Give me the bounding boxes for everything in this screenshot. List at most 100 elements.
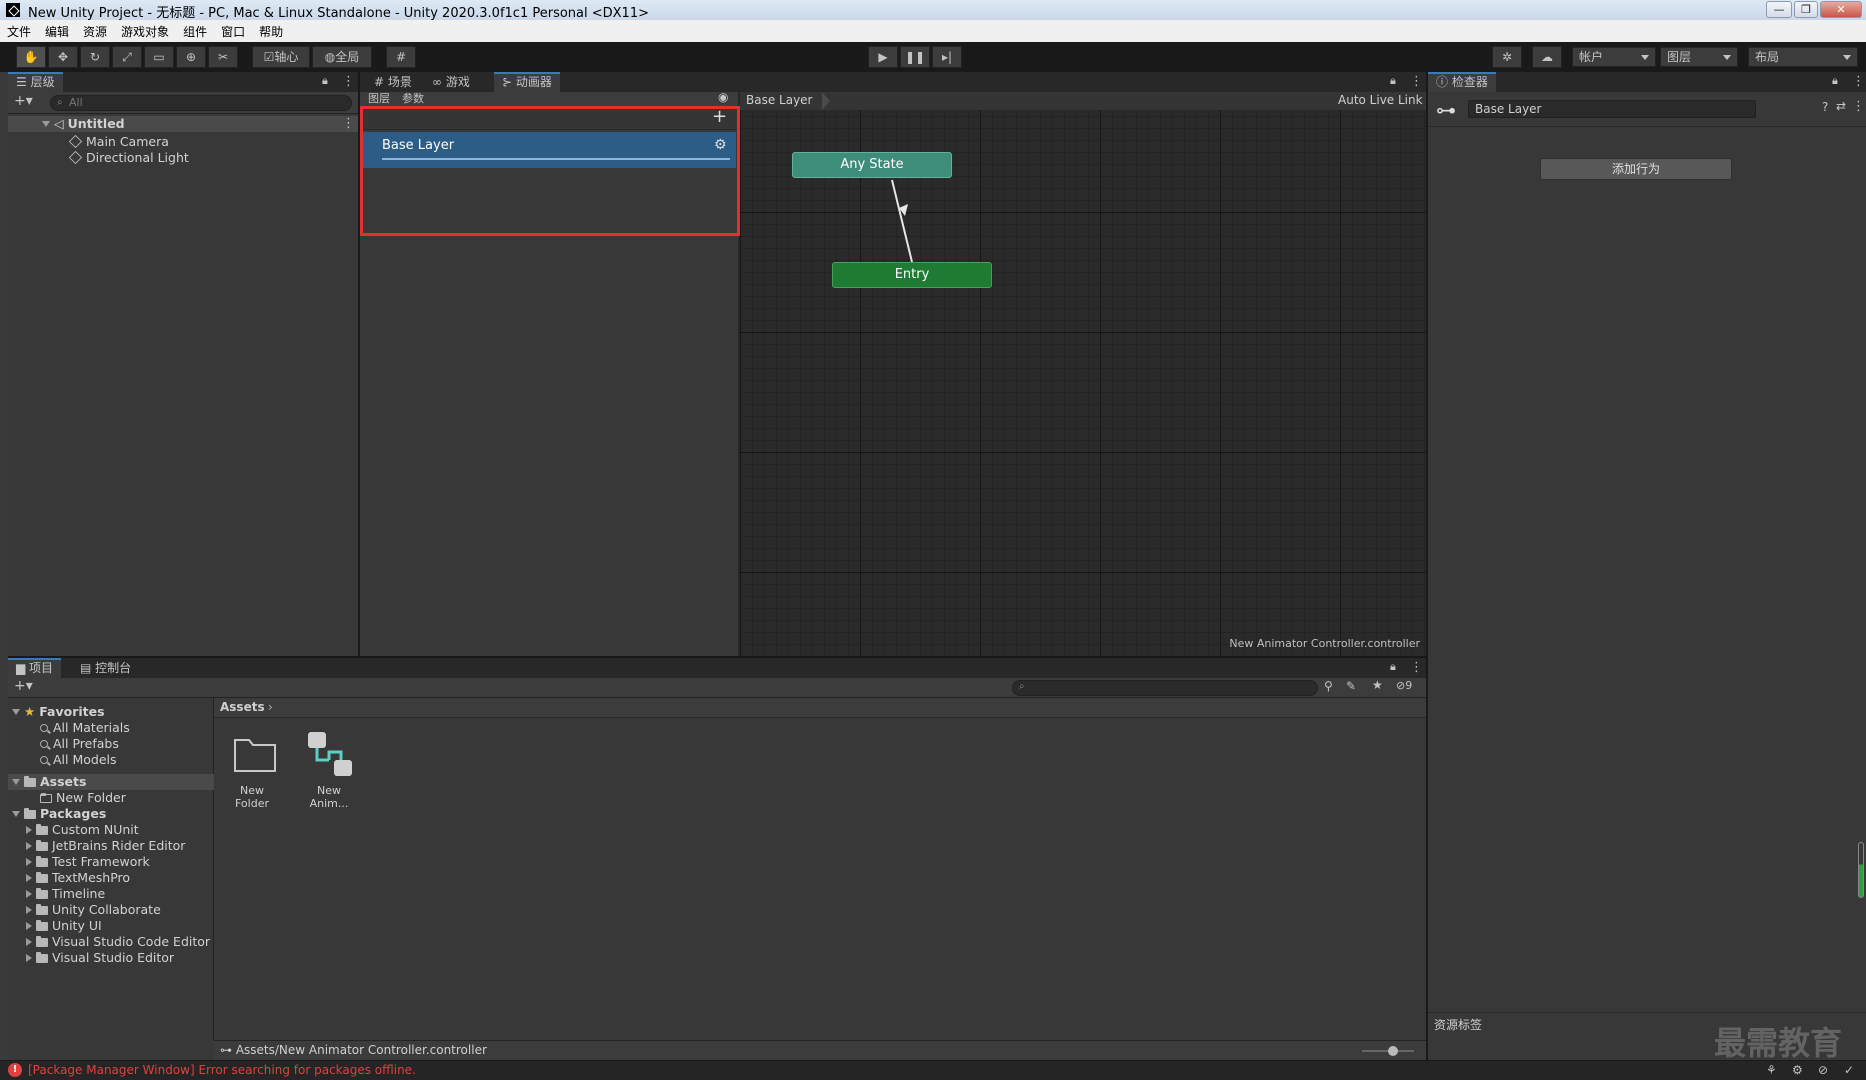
tree-package-item[interactable]: Unity UI [26,918,102,934]
grid-item-new-folder[interactable]: New Folder [222,728,282,810]
preset-icon[interactable]: ⇄ [1836,99,1846,113]
transform-tool-icon[interactable]: ⊕ [176,46,206,68]
play-button[interactable]: ▶ [868,46,898,68]
tree-package-item[interactable]: Timeline [26,886,105,902]
rect-tool-icon[interactable]: ▭ [144,46,174,68]
kebab-menu-icon[interactable]: ⋮ [1852,74,1865,89]
tab-game[interactable]: ∞ 游戏 [424,72,478,92]
progress-icon[interactable]: ⚙ [1792,1063,1803,1077]
layers-dropdown[interactable]: 图层 [1660,47,1738,67]
pause-button[interactable]: ❚❚ [900,46,930,68]
tab-hierarchy[interactable]: ☰ 层级 [8,72,63,92]
tree-package-item[interactable]: Unity Collaborate [26,902,161,918]
menu-gameobject[interactable]: 游戏对象 [114,20,176,43]
tab-console[interactable]: ▤ 控制台 [72,658,139,678]
animator-controller-icon [308,732,352,776]
tree-item-all-prefabs[interactable]: All Prefabs [40,736,119,752]
move-tool-icon[interactable]: ✥ [48,46,78,68]
tree-package-item[interactable]: TextMeshPro [26,870,130,886]
icon-size-slider-handle[interactable] [1388,1046,1398,1056]
minimize-icon[interactable]: — [1766,1,1792,18]
favorite-star-icon[interactable]: ★ [1372,678,1383,692]
asset-labels-header[interactable]: 资源标签 [1434,1016,1482,1033]
add-behaviour-button[interactable]: 添加行为 [1540,158,1732,180]
tree-assets[interactable]: Assets [12,774,86,790]
maximize-icon[interactable]: ❐ [1794,1,1818,18]
state-node-entry[interactable]: Entry [832,262,992,288]
subtab-parameters[interactable]: 参数 [402,92,424,106]
hierarchy-search-input[interactable]: ⌕ All [50,95,352,111]
tree-item-new-folder[interactable]: New Folder [40,790,126,806]
hand-tool-icon[interactable]: ✋ [16,46,46,68]
cloud-icon[interactable]: ☁ [1532,46,1562,68]
tree-item-all-models[interactable]: All Models [40,752,117,768]
tree-package-item[interactable]: Custom NUnit [26,822,139,838]
scene-row[interactable]: ◁ Untitled ⋮ [8,116,358,132]
layout-dropdown[interactable]: 布局 [1748,47,1858,67]
tab-scene[interactable]: # 场景 [366,72,420,92]
collab-icon[interactable]: ✲ [1492,46,1522,68]
object-name-field[interactable]: Base Layer [1468,100,1756,118]
lock-icon[interactable]: 🔒︎ [1832,74,1838,88]
folder-icon [36,920,48,931]
tree-package-item[interactable]: Test Framework [26,854,150,870]
project-search-input[interactable]: ⌕ [1012,680,1318,696]
create-asset-button[interactable]: +▾ [14,678,33,694]
tree-item-all-materials[interactable]: All Materials [40,720,130,736]
check-icon[interactable]: ✓ [1844,1063,1854,1077]
lock-icon[interactable]: 🔒︎ [1390,660,1396,674]
kebab-menu-icon[interactable]: ⋮ [1410,660,1423,675]
menu-file[interactable]: 文件 [0,20,38,43]
filter-by-type-icon[interactable]: ⚲ [1324,679,1333,693]
scene-menu-icon[interactable]: ⋮ [342,116,355,131]
custom-tool-icon[interactable]: ✂ [208,46,238,68]
cache-icon[interactable]: ⊘ [1818,1063,1828,1077]
tab-project[interactable]: ▆ 项目 [8,658,62,678]
menu-edit[interactable]: 编辑 [38,20,76,43]
close-icon[interactable]: ✕ [1820,1,1862,18]
step-button[interactable]: ▸| [932,46,962,68]
tree-package-item[interactable]: JetBrains Rider Editor [26,838,185,854]
lock-icon[interactable]: 🔒︎ [322,74,328,88]
status-bar[interactable]: ! [Package Manager Window] Error searchi… [0,1060,1866,1080]
scale-tool-icon[interactable]: ⤢ [112,46,142,68]
state-machine-icon: ⊶ [1436,98,1456,122]
hierarchy-item-main-camera[interactable]: Main Camera [70,134,169,150]
kebab-menu-icon[interactable]: ⋮ [342,74,355,89]
bug-icon[interactable]: ⚘ [1766,1063,1777,1077]
hierarchy-item-directional-light[interactable]: Directional Light [70,150,189,166]
asset-breadcrumb[interactable]: Assets [220,700,265,714]
eye-icon[interactable]: ◉ [718,90,728,104]
hidden-packages-toggle[interactable]: ⊘9 [1396,679,1412,692]
pivot-toggle[interactable]: ☑轴心 [252,46,310,68]
grid-item-animator-controller[interactable]: New Anim... [296,728,362,810]
menu-help[interactable]: 帮助 [252,20,290,43]
watermark-text: 最需教育 [1714,1024,1843,1062]
tree-package-item[interactable]: Visual Studio Code Editor [26,934,210,950]
filter-by-label-icon[interactable]: ✎ [1346,679,1356,693]
object-name-value: Base Layer [1475,102,1542,116]
hierarchy-tab-label: 层级 [30,75,55,89]
add-object-button[interactable]: +▾ [14,93,33,109]
grid-snap-icon[interactable]: # [386,46,416,68]
rotate-tool-icon[interactable]: ↻ [80,46,110,68]
menu-component[interactable]: 组件 [176,20,214,43]
search-placeholder: All [69,96,83,109]
kebab-menu-icon[interactable]: ⋮ [1852,99,1865,114]
search-icon: ⌕ [57,97,63,108]
animator-graph[interactable]: Base Layer Auto Live Link Any State Entr… [740,92,1426,656]
menu-assets[interactable]: 资源 [76,20,114,43]
global-toggle[interactable]: ◍全局 [312,46,372,68]
menu-window[interactable]: 窗口 [214,20,252,43]
account-dropdown[interactable]: 帐户 [1572,47,1656,67]
subtab-layers[interactable]: 图层 [368,92,390,106]
tab-animator[interactable]: ⊱ 动画器 [494,72,560,92]
help-icon[interactable]: ? [1822,100,1828,114]
tree-packages[interactable]: Packages [12,806,106,822]
kebab-menu-icon[interactable]: ⋮ [1410,74,1423,89]
tree-favorites[interactable]: ★ Favorites [12,704,105,720]
state-node-any-state[interactable]: Any State [792,152,952,178]
lock-icon[interactable]: 🔒︎ [1390,74,1396,88]
tree-package-item[interactable]: Visual Studio Editor [26,950,174,966]
tab-inspector[interactable]: ⓘ 检查器 [1428,72,1496,92]
